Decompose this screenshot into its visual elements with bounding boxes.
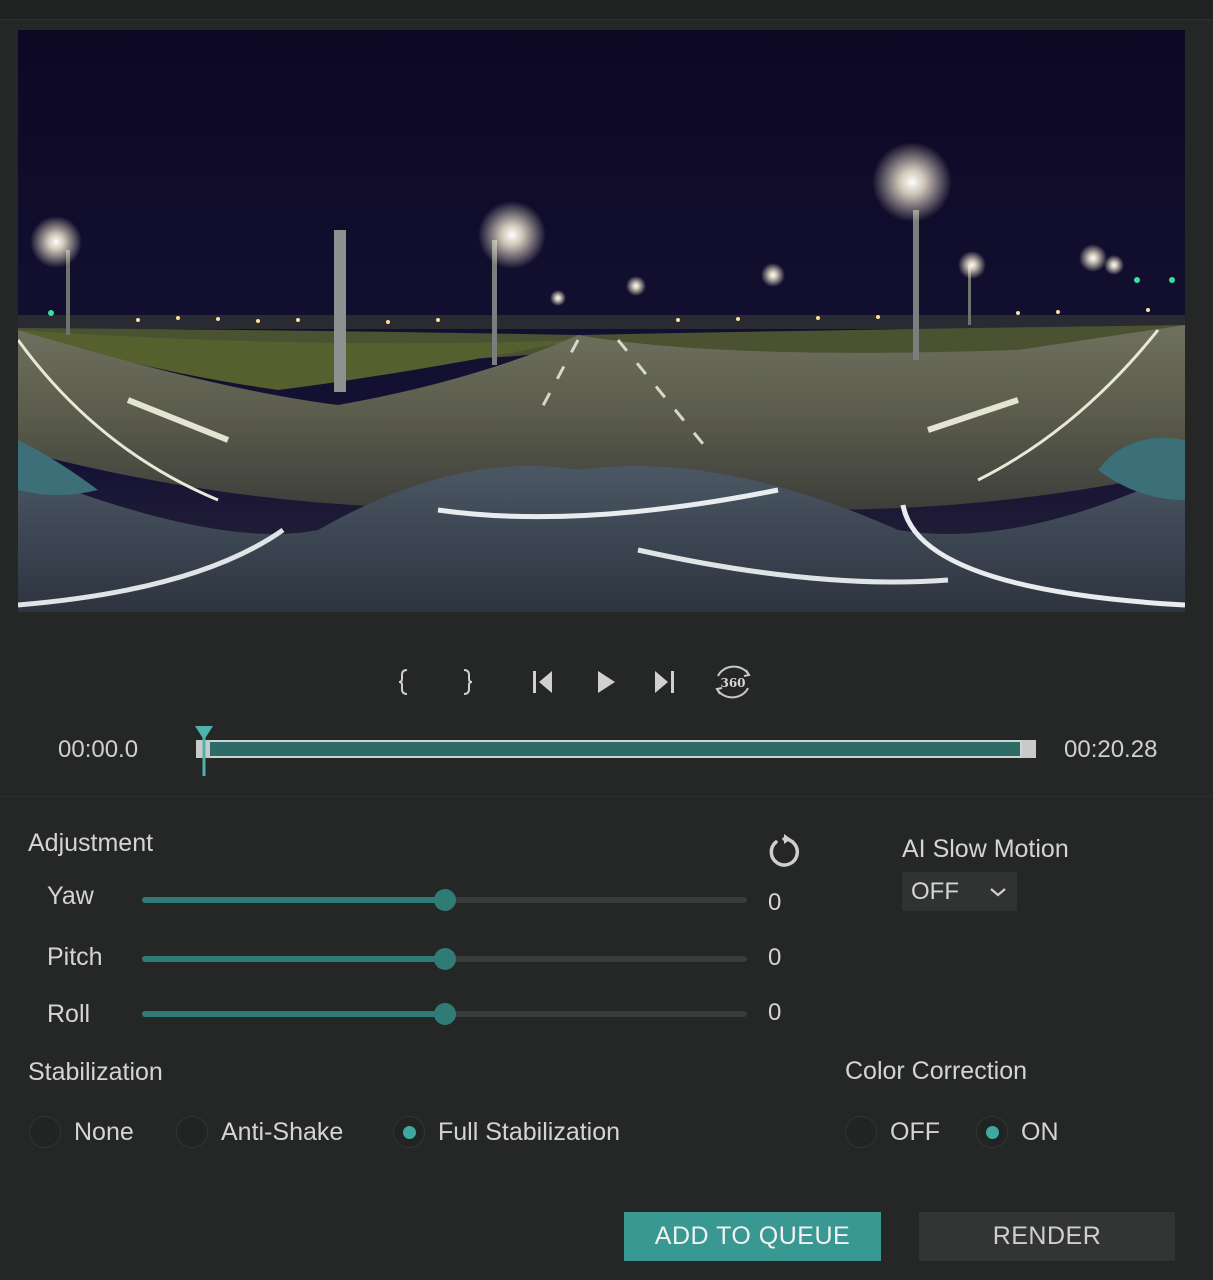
slider-thumb[interactable]	[433, 889, 456, 911]
slider-fill	[142, 1011, 445, 1017]
timeline-selection[interactable]	[204, 740, 1022, 758]
end-time: 00:20.28	[1064, 736, 1158, 763]
radio-dot	[402, 1125, 416, 1139]
add-to-queue-button[interactable]: ADD TO QUEUE	[624, 1212, 881, 1261]
pitch-label: Pitch	[47, 943, 103, 971]
yaw-label: Yaw	[47, 882, 94, 910]
play-icon[interactable]	[584, 660, 628, 704]
radio-label: Anti-Shake	[221, 1117, 344, 1146]
stabilization-option-anti-shake[interactable]: Anti-Shake	[176, 1116, 343, 1148]
stabilization-option-full[interactable]: Full Stabilization	[393, 1116, 620, 1148]
slider-fill	[142, 897, 445, 903]
ai-slow-motion-title: AI Slow Motion	[902, 835, 1069, 863]
skip-back-icon[interactable]	[521, 660, 565, 704]
radio-circle-selected	[393, 1116, 425, 1148]
pitch-slider[interactable]	[142, 947, 747, 971]
stabilization-option-none[interactable]: None	[29, 1116, 134, 1148]
chevron-down-icon	[988, 881, 1008, 909]
slider-fill	[142, 956, 445, 962]
yaw-slider[interactable]	[142, 888, 747, 912]
adjustment-title: Adjustment	[28, 829, 154, 857]
roll-slider[interactable]	[142, 1002, 747, 1026]
mark-in-icon[interactable]	[383, 660, 427, 704]
radio-label: Full Stabilization	[438, 1117, 621, 1146]
radio-dot	[985, 1125, 999, 1139]
render-button[interactable]: RENDER	[919, 1212, 1175, 1261]
color-correction-option-on[interactable]: ON	[976, 1116, 1059, 1148]
stabilization-title: Stabilization	[28, 1058, 163, 1086]
radio-label: None	[74, 1117, 134, 1146]
roll-label: Roll	[47, 1000, 91, 1028]
pitch-value: 0	[768, 944, 782, 971]
divider	[0, 796, 1213, 797]
radio-label: OFF	[890, 1117, 940, 1146]
radio-circle	[845, 1116, 877, 1148]
trim-end-handle[interactable]	[1022, 740, 1036, 758]
radio-circle	[176, 1116, 208, 1148]
radio-circle-selected	[976, 1116, 1008, 1148]
video-preview[interactable]	[18, 30, 1185, 612]
video-frame	[18, 30, 1185, 612]
playhead[interactable]	[195, 726, 213, 778]
skip-forward-icon[interactable]	[642, 660, 686, 704]
reset-icon[interactable]	[764, 832, 804, 872]
slider-thumb[interactable]	[433, 1003, 456, 1025]
start-time: 00:00.0	[58, 736, 139, 763]
slider-thumb[interactable]	[433, 948, 456, 970]
yaw-value: 0	[768, 889, 782, 916]
playback-controls: 360	[0, 660, 1213, 704]
color-correction-option-off[interactable]: OFF	[845, 1116, 940, 1148]
mark-out-icon[interactable]	[444, 660, 488, 704]
ai-slow-motion-value: OFF	[911, 877, 959, 905]
radio-circle	[29, 1116, 61, 1148]
color-correction-title: Color Correction	[845, 1057, 1028, 1085]
top-strip	[0, 0, 1213, 20]
view-360-label: 360	[720, 676, 745, 690]
roll-value: 0	[768, 999, 782, 1026]
ai-slow-motion-dropdown[interactable]: OFF	[902, 872, 1017, 911]
radio-label: ON	[1021, 1117, 1059, 1146]
view-360-icon[interactable]: 360	[711, 660, 755, 704]
timeline-track[interactable]	[196, 738, 1039, 760]
